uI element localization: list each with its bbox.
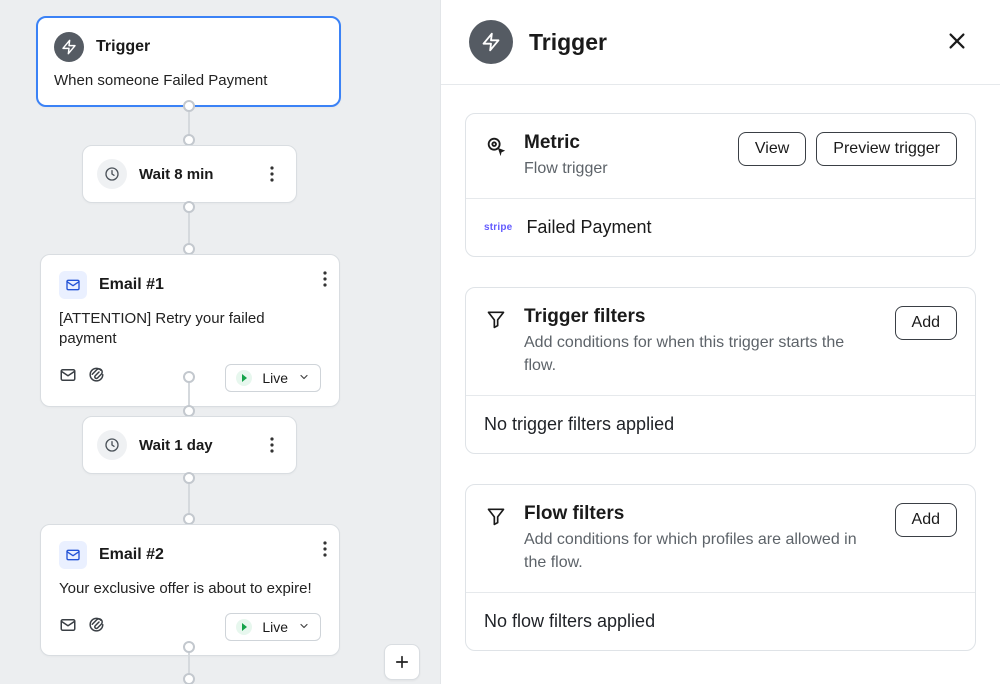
play-icon (236, 370, 252, 386)
status-label: Live (262, 619, 288, 635)
filter-icon (484, 306, 508, 329)
metric-name: Failed Payment (526, 217, 651, 238)
settings-panel: Trigger Metric Flow trigger View Preview… (440, 0, 1000, 684)
status-select[interactable]: Live (225, 613, 321, 641)
trigger-filters-subtitle: Add conditions for when this trigger sta… (524, 332, 879, 377)
email-subject: Your exclusive offer is about to expire! (59, 579, 321, 599)
email-node[interactable]: Email #1 [ATTENTION] Retry your failed p… (40, 254, 340, 407)
metric-section: Metric Flow trigger View Preview trigger… (465, 113, 976, 257)
chevron-down-icon (298, 619, 310, 635)
status-label: Live (262, 370, 288, 386)
chevron-down-icon (298, 370, 310, 386)
flow-filters-section: Flow filters Add conditions for which pr… (465, 484, 976, 651)
clock-icon (97, 430, 127, 460)
flow-filters-title: Flow filters (524, 503, 879, 525)
panel-header: Trigger (441, 0, 1000, 85)
flow-connector (188, 642, 190, 684)
flow-connector (188, 202, 190, 254)
node-menu-button[interactable] (311, 265, 339, 293)
metric-title: Metric (524, 132, 722, 154)
wait-label: Wait 8 min (139, 166, 213, 183)
trigger-filters-empty: No trigger filters applied (466, 396, 975, 453)
flow-connector (188, 473, 190, 524)
view-button[interactable]: View (738, 132, 806, 166)
wait-node[interactable]: Wait 1 day (82, 416, 297, 474)
panel-title: Trigger (529, 29, 607, 56)
filter-icon (484, 503, 508, 526)
bolt-icon (469, 20, 513, 64)
preview-trigger-button[interactable]: Preview trigger (816, 132, 957, 166)
mail-icon (59, 271, 87, 299)
status-select[interactable]: Live (225, 364, 321, 392)
flow-connector (188, 372, 190, 416)
email-title: Email #2 (99, 546, 164, 564)
add-node-button[interactable] (384, 644, 420, 680)
provider-badge: stripe (484, 222, 512, 233)
cursor-click-icon (484, 132, 508, 157)
play-icon (236, 619, 252, 635)
mail-small-icon (59, 616, 77, 639)
flow-filters-subtitle: Add conditions for which profiles are al… (524, 529, 879, 574)
trigger-description: When someone Failed Payment (54, 72, 323, 89)
flow-filters-empty: No flow filters applied (466, 593, 975, 650)
email-title: Email #1 (99, 276, 164, 294)
bolt-icon (54, 32, 84, 62)
trigger-node[interactable]: Trigger When someone Failed Payment (36, 16, 341, 107)
trigger-title: Trigger (96, 38, 150, 56)
email-node[interactable]: Email #2 Your exclusive offer is about t… (40, 524, 340, 656)
metric-subtitle: Flow trigger (524, 158, 722, 180)
email-subject: [ATTENTION] Retry your failed payment (59, 309, 321, 350)
node-menu-button[interactable] (258, 160, 286, 188)
add-flow-filter-button[interactable]: Add (895, 503, 957, 537)
clock-icon (97, 159, 127, 189)
add-trigger-filter-button[interactable]: Add (895, 306, 957, 340)
close-button[interactable] (942, 26, 972, 59)
attachment-icon (87, 366, 105, 389)
trigger-filters-section: Trigger filters Add conditions for when … (465, 287, 976, 454)
attachment-icon (87, 616, 105, 639)
flow-canvas[interactable]: Trigger When someone Failed Payment Wait… (0, 0, 440, 684)
mail-small-icon (59, 366, 77, 389)
flow-connector (188, 101, 190, 145)
node-menu-button[interactable] (258, 431, 286, 459)
trigger-filters-title: Trigger filters (524, 306, 879, 328)
mail-icon (59, 541, 87, 569)
node-menu-button[interactable] (311, 535, 339, 563)
wait-node[interactable]: Wait 8 min (82, 145, 297, 203)
wait-label: Wait 1 day (139, 437, 213, 454)
